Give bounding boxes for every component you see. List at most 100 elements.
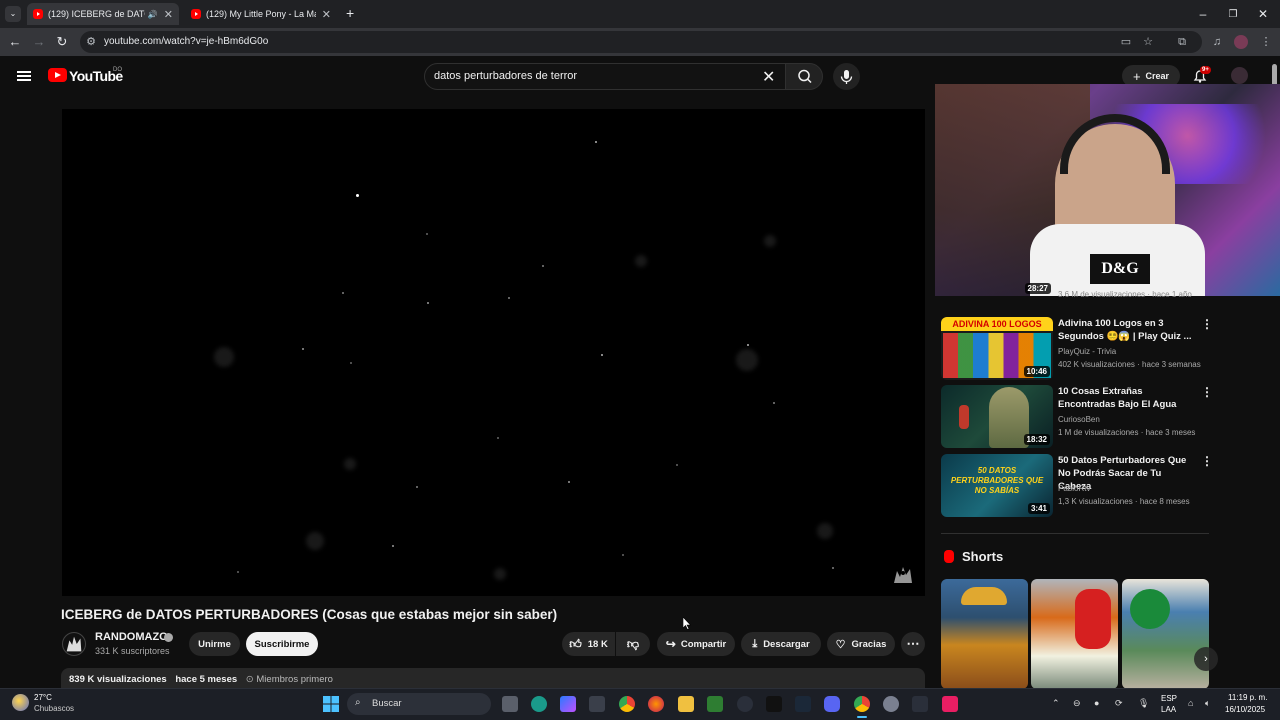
more-options-icon[interactable]: ⋮ <box>1201 455 1213 467</box>
particle <box>427 302 429 304</box>
audio-playing-icon[interactable]: 🔊 <box>148 10 158 19</box>
recommendation-title[interactable]: 10 Cosas Extrañas Encontradas Bajo El Ag… <box>1058 385 1193 411</box>
recommendation-thumbnail[interactable]: 50 DATOS PERTURBADORES QUE NO SABÍAS 3:4… <box>941 454 1053 517</box>
discord-icon[interactable] <box>824 696 840 712</box>
clear-search-icon[interactable]: ✕ <box>762 67 775 87</box>
thanks-button[interactable]: ♡ Gracias <box>827 632 895 656</box>
weather-icon[interactable] <box>12 694 29 711</box>
subscribe-button[interactable]: Suscribirme <box>246 632 318 656</box>
app-icon[interactable] <box>737 696 753 712</box>
clock-time[interactable]: 11:19 p. m. <box>1228 693 1267 702</box>
close-tab-icon[interactable]: ✕ <box>164 8 173 21</box>
video-player[interactable] <box>62 109 925 596</box>
close-tab-icon[interactable]: ✕ <box>322 8 331 21</box>
new-tab-button[interactable]: + <box>346 5 354 21</box>
voice-search-button[interactable] <box>833 63 860 90</box>
copilot-icon[interactable] <box>560 696 576 712</box>
channel-name[interactable]: RANDOMAZO <box>95 631 168 643</box>
tray-app-icon[interactable]: ⊖ <box>1073 698 1081 709</box>
task-view-icon[interactable] <box>502 696 518 712</box>
cast-icon[interactable]: ▭ <box>1119 35 1133 49</box>
settings-icon[interactable] <box>883 696 899 712</box>
file-explorer-icon[interactable] <box>678 696 694 712</box>
bookmark-star-icon[interactable]: ☆ <box>1141 35 1155 49</box>
app-icon[interactable] <box>589 696 605 712</box>
clock-date[interactable]: 16/10/2025 <box>1225 705 1265 714</box>
taskbar-search-label[interactable]: Buscar <box>372 698 402 709</box>
channel-avatar[interactable] <box>62 632 86 656</box>
share-button[interactable]: ↪ Compartir <box>657 632 735 656</box>
featured-video-thumbnail[interactable]: D&G 28:27 <box>935 84 1280 296</box>
mic-tray-icon[interactable]: 🎙︎ <box>1138 698 1149 709</box>
duration-badge: 3:41 <box>1027 503 1050 514</box>
particle <box>542 265 544 267</box>
keyboard-layout[interactable]: LAA <box>1161 705 1176 714</box>
particle <box>676 464 678 466</box>
share-icon: ↪ <box>665 637 676 651</box>
close-window-button[interactable]: ✕ <box>1246 0 1280 28</box>
youtube-logo-icon[interactable] <box>48 68 67 82</box>
app-icon[interactable] <box>912 696 928 712</box>
recommendation-channel[interactable]: PlayQuiz - Trivia <box>1058 347 1116 356</box>
page-scrollbar[interactable] <box>1272 64 1277 86</box>
media-control-icon[interactable]: ♫ <box>1210 35 1224 49</box>
profile-avatar[interactable] <box>1234 35 1248 49</box>
account-avatar[interactable] <box>1231 67 1248 84</box>
short-thumbnail[interactable] <box>1031 579 1118 689</box>
chrome-active-icon[interactable] <box>854 696 870 712</box>
tab-search-button[interactable]: ⌄ <box>5 6 21 22</box>
network-icon[interactable]: ⌂ <box>1188 698 1193 708</box>
recommendation-item[interactable]: 18:32 10 Cosas Extrañas Encontradas Bajo… <box>941 385 1213 449</box>
input-language[interactable]: ESP <box>1161 694 1177 703</box>
download-button[interactable]: ⤓ Descargar <box>741 632 821 656</box>
more-options-icon[interactable]: ⋮ <box>1201 386 1213 398</box>
country-code: DO <box>113 67 122 73</box>
show-hidden-icons[interactable]: ⌃ <box>1052 698 1060 709</box>
back-button[interactable]: ← <box>7 34 23 50</box>
steam-icon[interactable] <box>795 696 811 712</box>
like-button[interactable]: 👍︎ 18 K <box>562 632 615 656</box>
recommendation-thumbnail[interactable]: ADIVINA 100 LOGOS 10:46 <box>941 317 1053 380</box>
edge-icon[interactable] <box>531 696 547 712</box>
recommendation-channel[interactable]: PabloRtv <box>1058 484 1090 493</box>
volume-icon[interactable]: 🔈︎ <box>1205 698 1210 709</box>
shorts-next-button[interactable]: › <box>1194 647 1218 671</box>
xbox-icon[interactable] <box>707 696 723 712</box>
start-button[interactable] <box>323 696 339 712</box>
join-button[interactable]: Unirme <box>189 632 240 656</box>
weather-temperature[interactable]: 27°C <box>34 693 52 702</box>
tiktok-icon[interactable] <box>942 696 958 712</box>
search-query[interactable]: datos perturbadores de terror <box>434 70 577 82</box>
tab-my-little-pony[interactable]: (129) My Little Pony - La Magia ✕ <box>185 3 337 25</box>
hamburger-menu-icon[interactable] <box>17 71 31 81</box>
short-thumbnail[interactable] <box>941 579 1028 689</box>
tray-app-icon[interactable]: ⟳ <box>1115 698 1123 709</box>
recommendation-thumbnail[interactable]: 18:32 <box>941 385 1053 448</box>
browser-menu-icon[interactable]: ⋮ <box>1259 35 1273 49</box>
forward-button[interactable]: → <box>31 34 47 50</box>
create-label: Crear <box>1145 71 1170 81</box>
site-info-icon[interactable]: ⚙ <box>84 35 98 49</box>
chrome-icon[interactable] <box>619 696 635 712</box>
recommendation-channel[interactable]: CuriosoBen <box>1058 415 1100 424</box>
more-options-icon[interactable]: ⋮ <box>1201 318 1213 330</box>
url-text[interactable]: youtube.com/watch?v=je-hBm6dG0o <box>104 36 268 47</box>
weather-description[interactable]: Chubascos <box>34 704 74 713</box>
recommendation-title[interactable]: Adivina 100 Logos en 3 Segundos 😵‍💫😱 | P… <box>1058 317 1193 343</box>
search-button[interactable] <box>785 63 823 90</box>
dislike-button[interactable]: 👎︎ <box>616 632 650 656</box>
taskbar-search[interactable] <box>347 693 491 715</box>
minimize-button[interactable]: – <box>1186 0 1220 28</box>
reload-button[interactable]: ↻ <box>54 34 70 50</box>
recommendation-item[interactable]: 50 DATOS PERTURBADORES QUE NO SABÍAS 3:4… <box>941 454 1213 518</box>
extensions-icon[interactable]: ⧉ <box>1175 35 1189 49</box>
restore-button[interactable]: ❐ <box>1216 0 1250 28</box>
firefox-icon[interactable] <box>648 696 664 712</box>
channel-watermark-icon[interactable] <box>890 563 916 587</box>
tab-youtube-iceberg[interactable]: (129) ICEBERG de DATOS PE 🔊 ✕ <box>27 3 179 25</box>
tray-app-icon[interactable]: ● <box>1094 698 1099 708</box>
more-actions-button[interactable]: ⋯ <box>901 632 925 656</box>
short-thumbnail[interactable] <box>1122 579 1209 689</box>
epic-games-icon[interactable] <box>766 696 782 712</box>
recommendation-item[interactable]: ADIVINA 100 LOGOS 10:46 Adivina 100 Logo… <box>941 317 1213 381</box>
